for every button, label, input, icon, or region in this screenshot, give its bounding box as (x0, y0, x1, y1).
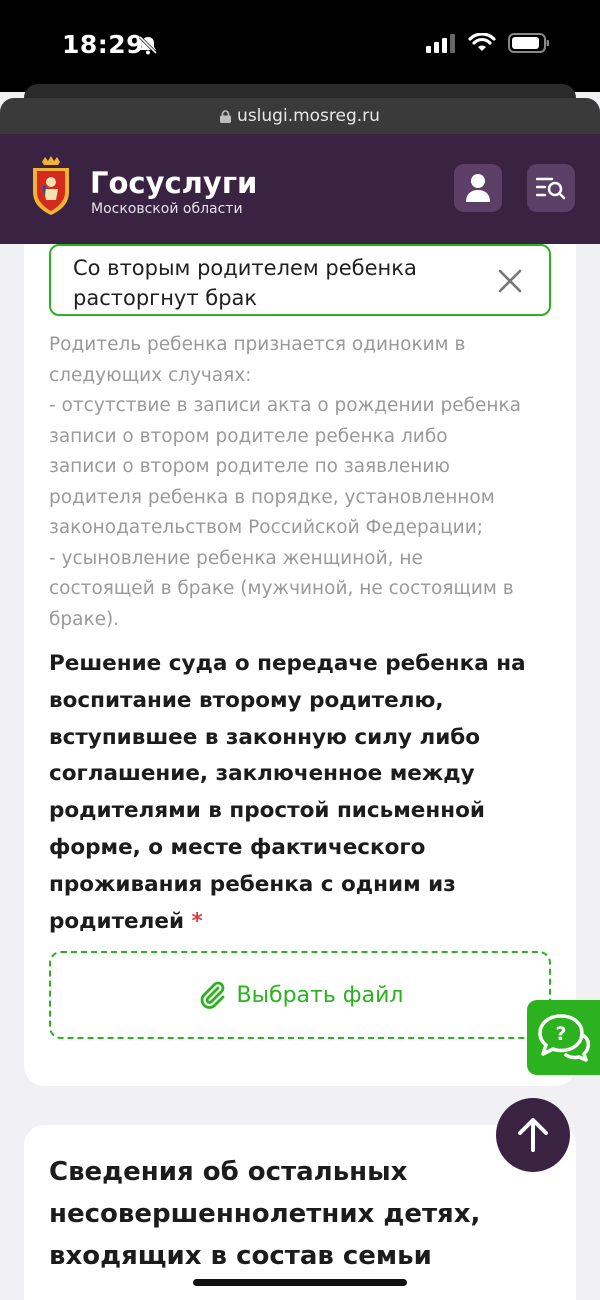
arrow-up-icon (518, 1118, 548, 1152)
profile-button[interactable] (454, 164, 502, 212)
status-indicators (426, 33, 550, 53)
label-line: проживания ребенка с одним из (49, 871, 456, 897)
help-line: законодательством Российской Федерации; (49, 517, 483, 538)
required-mark: * (191, 908, 203, 934)
scroll-top-button[interactable] (496, 1098, 570, 1172)
label-line: Решение суда о передаче ребенка на (49, 651, 526, 676)
chat-bubbles-icon: ? (537, 1013, 590, 1062)
svg-text:?: ? (555, 1023, 566, 1045)
support-chat-button[interactable]: ? (527, 1000, 600, 1075)
next-section-card: Сведения об остальных несовершеннолетних… (24, 1125, 576, 1300)
lock-icon (220, 109, 232, 123)
user-icon (466, 174, 490, 202)
search-list-icon (536, 177, 566, 200)
label-line: родителями в простой письменной (49, 798, 485, 824)
app-header: Госуслуги Московской области (0, 134, 600, 244)
title-line: несовершеннолетних детях, (49, 1199, 481, 1229)
help-line: состоящей в браке (мужчиной, не состоящи… (49, 578, 514, 599)
signal-icon (426, 34, 455, 53)
title-line: Сведения об остальных (49, 1157, 408, 1187)
title-line: входящих в состав семьи (49, 1241, 432, 1271)
help-line: следующих случаях: (49, 364, 252, 386)
coat-of-arms-logo[interactable] (30, 156, 72, 216)
url-text: uslugi.mosreg.ru (237, 106, 380, 126)
search-menu-button[interactable] (527, 164, 575, 212)
silent-bell-icon (138, 35, 158, 55)
form-card: Со вторым родителем ребенка расторгнут б… (24, 244, 576, 1086)
battery-icon (508, 33, 549, 53)
help-line: записи о втором родителе по заявлению (49, 456, 450, 477)
help-line: браке). (49, 608, 120, 630)
help-line: родителя ребенка в порядке, установленно… (49, 486, 495, 508)
wifi-icon (468, 33, 496, 51)
label-line-last: родителей * (49, 904, 554, 941)
help-text: Родитель ребенка признается одиноким в с… (49, 330, 554, 635)
brand-title[interactable]: Госуслуги (90, 166, 257, 200)
label-line: воспитание второму родителю, (49, 687, 444, 713)
help-line: Родитель ребенка признается одиноким в (49, 334, 466, 355)
label-line: соглашение, заключенное между (49, 761, 475, 787)
document-field-label: Решение суда о передаче ребенка на воспи… (49, 646, 554, 940)
label-line: вступившее в законную силу либо (49, 724, 481, 750)
status-time: 18:29 (62, 30, 145, 59)
close-icon[interactable] (497, 268, 523, 294)
section-title: Сведения об остальных несовершеннолетних… (49, 1151, 529, 1277)
selected-option-field[interactable]: Со вторым родителем ребенка расторгнут б… (49, 244, 551, 316)
label-line: форме, о месте фактического (49, 834, 426, 860)
help-line: - отсутствие в записи акта о рождении ре… (49, 395, 521, 416)
address-bar[interactable]: uslugi.mosreg.ru (0, 98, 600, 134)
selected-option-text: Со вторым родителем ребенка расторгнут б… (73, 256, 417, 310)
brand-subtitle: Московской области (91, 201, 243, 217)
help-line: записи о втором родителе ребенка либо (49, 425, 448, 447)
file-upload-dropzone[interactable]: Выбрать файл (49, 951, 551, 1039)
upload-label: Выбрать файл (236, 982, 404, 1008)
paperclip-icon (200, 981, 224, 1009)
status-bar: 18:29 (0, 0, 600, 92)
home-indicator[interactable] (193, 1279, 407, 1286)
label-line: родителей (49, 908, 185, 934)
help-line: - усыновление ребенка женщиной, не (49, 547, 423, 569)
